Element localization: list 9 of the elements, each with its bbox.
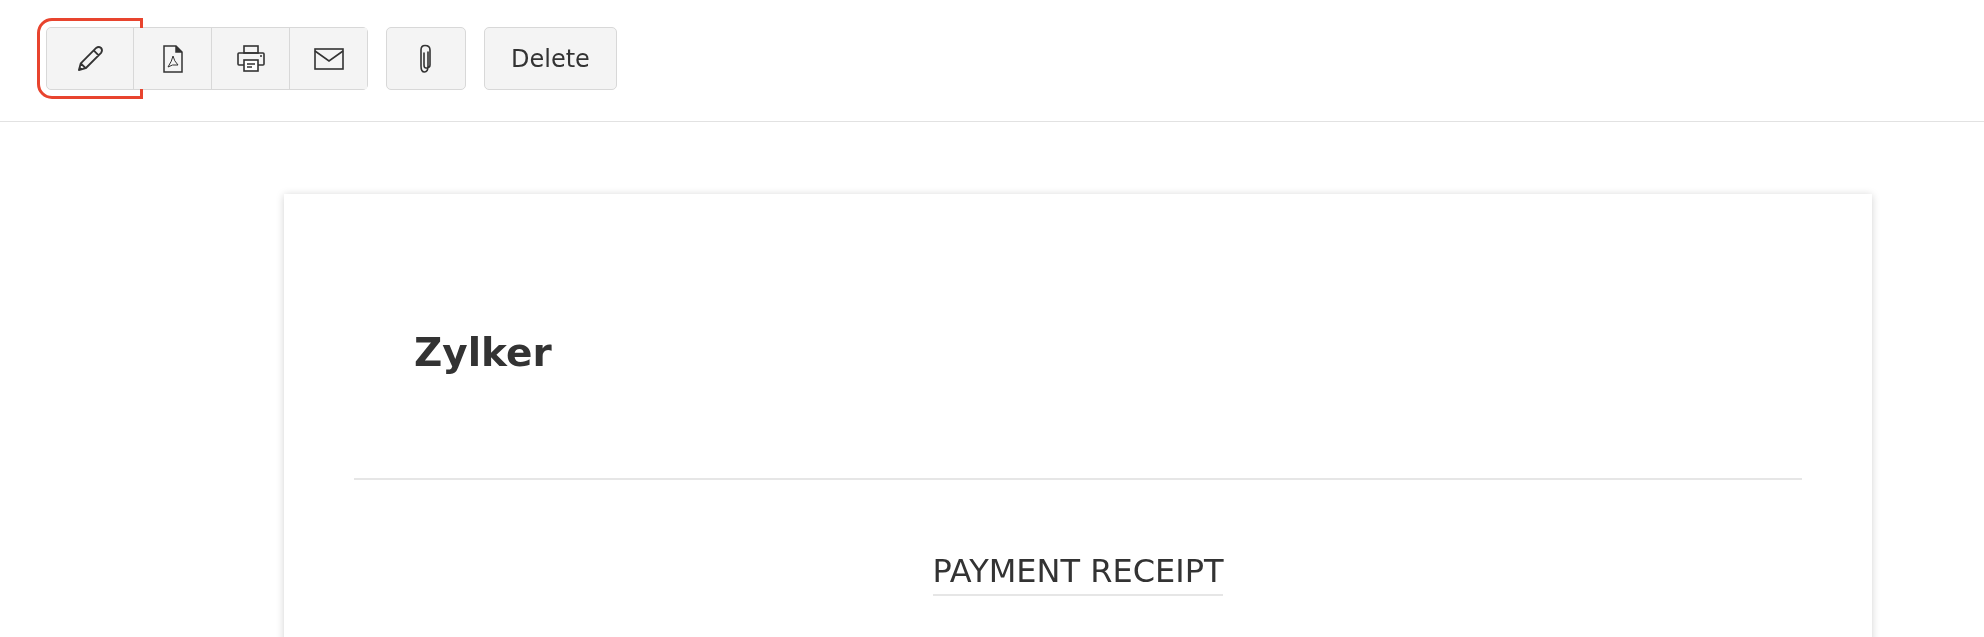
company-name: Zylker [413, 329, 553, 377]
pdf-file-icon [161, 44, 184, 73]
attach-button[interactable] [386, 27, 466, 90]
envelope-icon [313, 47, 344, 70]
mail-button[interactable] [289, 28, 367, 89]
delete-button[interactable]: Delete [484, 27, 617, 90]
printer-icon [235, 44, 266, 73]
receipt-title: PAYMENT RECEIPT [932, 552, 1224, 596]
paperclip-icon [419, 43, 433, 74]
